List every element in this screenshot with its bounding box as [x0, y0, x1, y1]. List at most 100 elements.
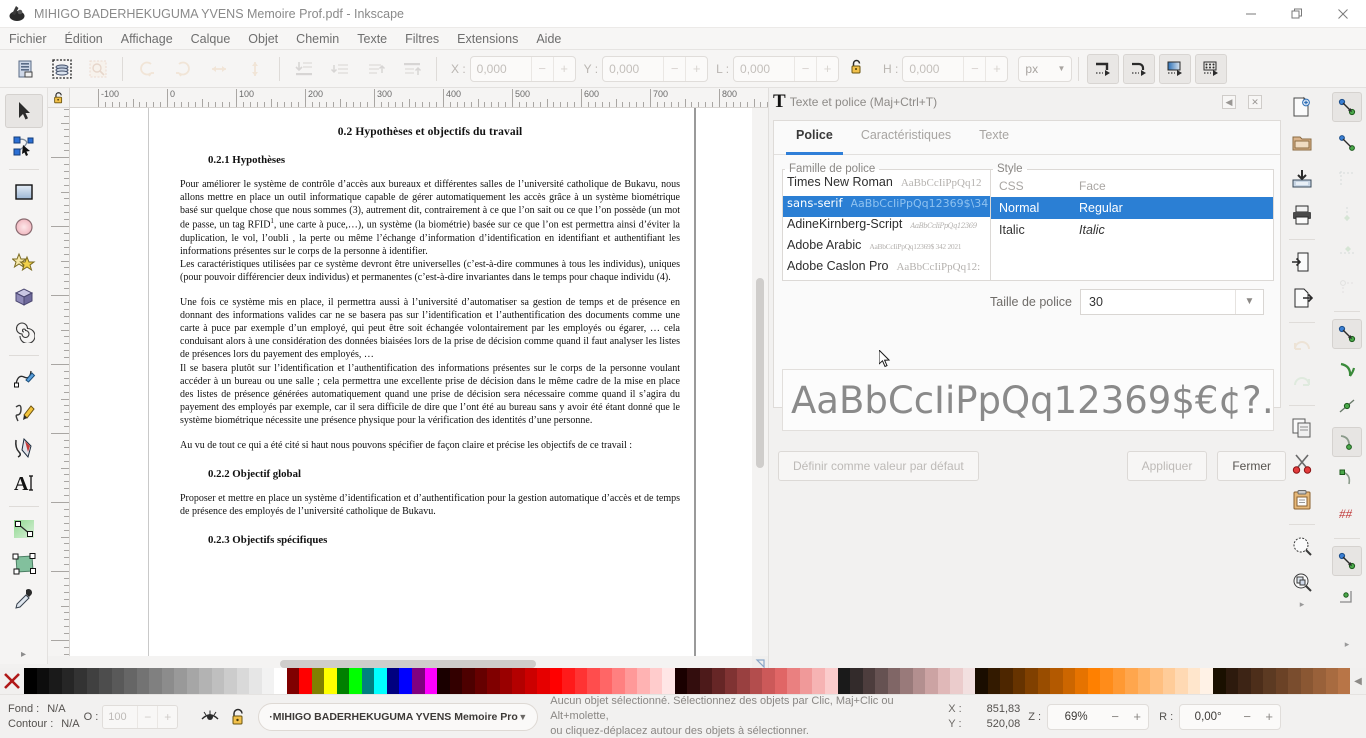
height-decrement[interactable]: −	[963, 56, 985, 81]
palette-swatch[interactable]	[199, 668, 212, 694]
rotation-control[interactable]: R : 0,00° − +	[1159, 703, 1282, 730]
palette-swatch[interactable]	[1162, 668, 1176, 694]
palette-swatch[interactable]	[749, 668, 763, 694]
open-document-icon[interactable]	[1287, 128, 1317, 158]
opacity-control[interactable]: O : 100 − +	[84, 704, 179, 729]
rotation-value[interactable]: 0,00°	[1180, 711, 1236, 723]
palette-swatch[interactable]	[261, 668, 275, 694]
palette-swatch[interactable]	[1075, 668, 1088, 694]
opacity-value[interactable]: 100	[103, 711, 137, 723]
palette-swatch[interactable]	[1112, 668, 1126, 694]
font-family-item-times[interactable]: Times New Roman AaBbCcIiPpQq12	[783, 175, 990, 196]
palette-swatch[interactable]	[587, 668, 600, 694]
affect-gradients-icon[interactable]	[1159, 53, 1192, 84]
palette-swatch[interactable]	[624, 668, 638, 694]
menu-edition[interactable]: Édition	[56, 30, 112, 48]
print-document-icon[interactable]	[1287, 200, 1317, 230]
menu-affichage[interactable]: Affichage	[112, 30, 182, 48]
palette-swatch[interactable]	[1050, 668, 1063, 694]
palette-swatch[interactable]	[812, 668, 825, 694]
width-increment[interactable]: +	[816, 56, 838, 81]
palette-swatch[interactable]	[837, 668, 851, 694]
font-family-item-adobe-caslon-pro[interactable]: Adobe Caslon Pro AaBbCcIiPpQq12:	[783, 259, 990, 279]
palette-swatch[interactable]	[1187, 668, 1201, 694]
palette-swatch[interactable]	[524, 668, 538, 694]
rectangle-tool-icon[interactable]	[5, 175, 43, 209]
ruler-lock-icon[interactable]	[48, 88, 70, 108]
horizontal-ruler[interactable]: -100 0 100 200 300 400 500 600 700 800	[70, 88, 768, 108]
font-family-item-adobe-arabic[interactable]: Adobe Arabic AaBbCcIiPpQq12369$ 342 2021	[783, 238, 990, 259]
redo-icon[interactable]	[1287, 366, 1317, 396]
palette-swatch[interactable]	[299, 668, 312, 694]
width-input[interactable]: 0,000	[734, 62, 794, 76]
opacity-decrement[interactable]: −	[137, 705, 157, 728]
snap-bounding-box-icon[interactable]	[1332, 128, 1362, 158]
palette-swatch[interactable]	[1300, 668, 1314, 694]
palette-swatch[interactable]	[386, 668, 400, 694]
star-tool-icon[interactable]	[5, 245, 43, 279]
font-size-value[interactable]: 30	[1081, 295, 1103, 309]
affect-patterns-icon[interactable]	[1195, 53, 1228, 84]
palette-swatch[interactable]	[1000, 668, 1013, 694]
palette-swatch[interactable]	[99, 668, 112, 694]
font-family-item-sans-serif[interactable]: sans-serif AaBbCcIiPpQq12369$\34	[783, 196, 991, 217]
ellipse-tool-icon[interactable]	[5, 210, 43, 244]
x-increment[interactable]: +	[552, 56, 575, 81]
set-as-default-button[interactable]: Définir comme valeur par défaut	[778, 451, 979, 481]
palette-swatch[interactable]	[1288, 668, 1301, 694]
import-icon[interactable]	[1287, 247, 1317, 277]
palette-swatch[interactable]	[336, 668, 350, 694]
palette-swatch[interactable]	[662, 668, 675, 694]
height-spinner[interactable]: 0,000 − +	[902, 55, 1009, 82]
horizontal-scroll-thumb[interactable]	[280, 660, 536, 668]
palette-swatch[interactable]	[74, 668, 87, 694]
width-decrement[interactable]: −	[794, 56, 816, 81]
palette-swatch[interactable]	[437, 668, 450, 694]
palette-swatch[interactable]	[637, 668, 650, 694]
palette-swatch[interactable]	[1250, 668, 1264, 694]
palette-swatch[interactable]	[537, 668, 550, 694]
command-rail-more-icon[interactable]: ▸	[1300, 599, 1305, 610]
palette-swatch[interactable]	[411, 668, 425, 694]
vertical-scroll-thumb[interactable]	[756, 278, 764, 468]
close-dialog-button[interactable]: Fermer	[1217, 451, 1286, 481]
palette-swatch[interactable]	[887, 668, 901, 694]
palette-swatch[interactable]	[1025, 668, 1038, 694]
zoom-drawing-icon[interactable]	[1287, 568, 1317, 598]
toolbox-more-icon[interactable]: ▸	[21, 649, 26, 660]
palette-swatch[interactable]	[36, 668, 50, 694]
palette-swatch[interactable]	[699, 668, 713, 694]
palette-swatch[interactable]	[612, 668, 625, 694]
new-document-icon[interactable]	[1287, 92, 1317, 122]
snap-bbox-midpoint-icon[interactable]	[1332, 236, 1362, 266]
layer-visibility-icon[interactable]	[196, 708, 224, 726]
pencil-tool-icon[interactable]	[5, 361, 43, 395]
palette-swatch[interactable]	[687, 668, 700, 694]
select-all-layers-icon[interactable]	[46, 54, 78, 84]
palette-swatch[interactable]	[474, 668, 488, 694]
menu-calque[interactable]: Calque	[182, 30, 240, 48]
snap-paths-icon[interactable]	[1332, 319, 1362, 349]
palette-swatch[interactable]	[825, 668, 838, 694]
rotate-ccw-90-icon[interactable]	[131, 54, 163, 84]
palette-swatch[interactable]	[49, 668, 62, 694]
raise-one-step-icon[interactable]	[360, 54, 392, 84]
palette-swatch[interactable]	[1338, 668, 1350, 694]
y-decrement[interactable]: −	[663, 56, 685, 81]
lock-ratio-icon[interactable]	[845, 58, 869, 79]
snap-bbox-corner-icon[interactable]	[1332, 164, 1362, 194]
lower-to-bottom-icon[interactable]	[288, 54, 320, 84]
tab-police[interactable]: Police	[782, 121, 847, 155]
palette-swatch[interactable]	[136, 668, 150, 694]
flip-horizontal-icon[interactable]	[203, 54, 235, 84]
snap-grid-icon[interactable]	[1332, 582, 1362, 612]
snap-smooth-node-icon[interactable]	[1332, 427, 1362, 457]
dock-collapse-icon[interactable]: ◀	[1222, 95, 1236, 109]
node-tool-icon[interactable]	[5, 129, 43, 163]
palette-swatches[interactable]	[24, 668, 1350, 694]
palette-swatch[interactable]	[1263, 668, 1276, 694]
paste-icon[interactable]	[1287, 485, 1317, 515]
opacity-increment[interactable]: +	[157, 705, 177, 728]
palette-swatch[interactable]	[1175, 668, 1188, 694]
palette-swatch[interactable]	[912, 668, 926, 694]
